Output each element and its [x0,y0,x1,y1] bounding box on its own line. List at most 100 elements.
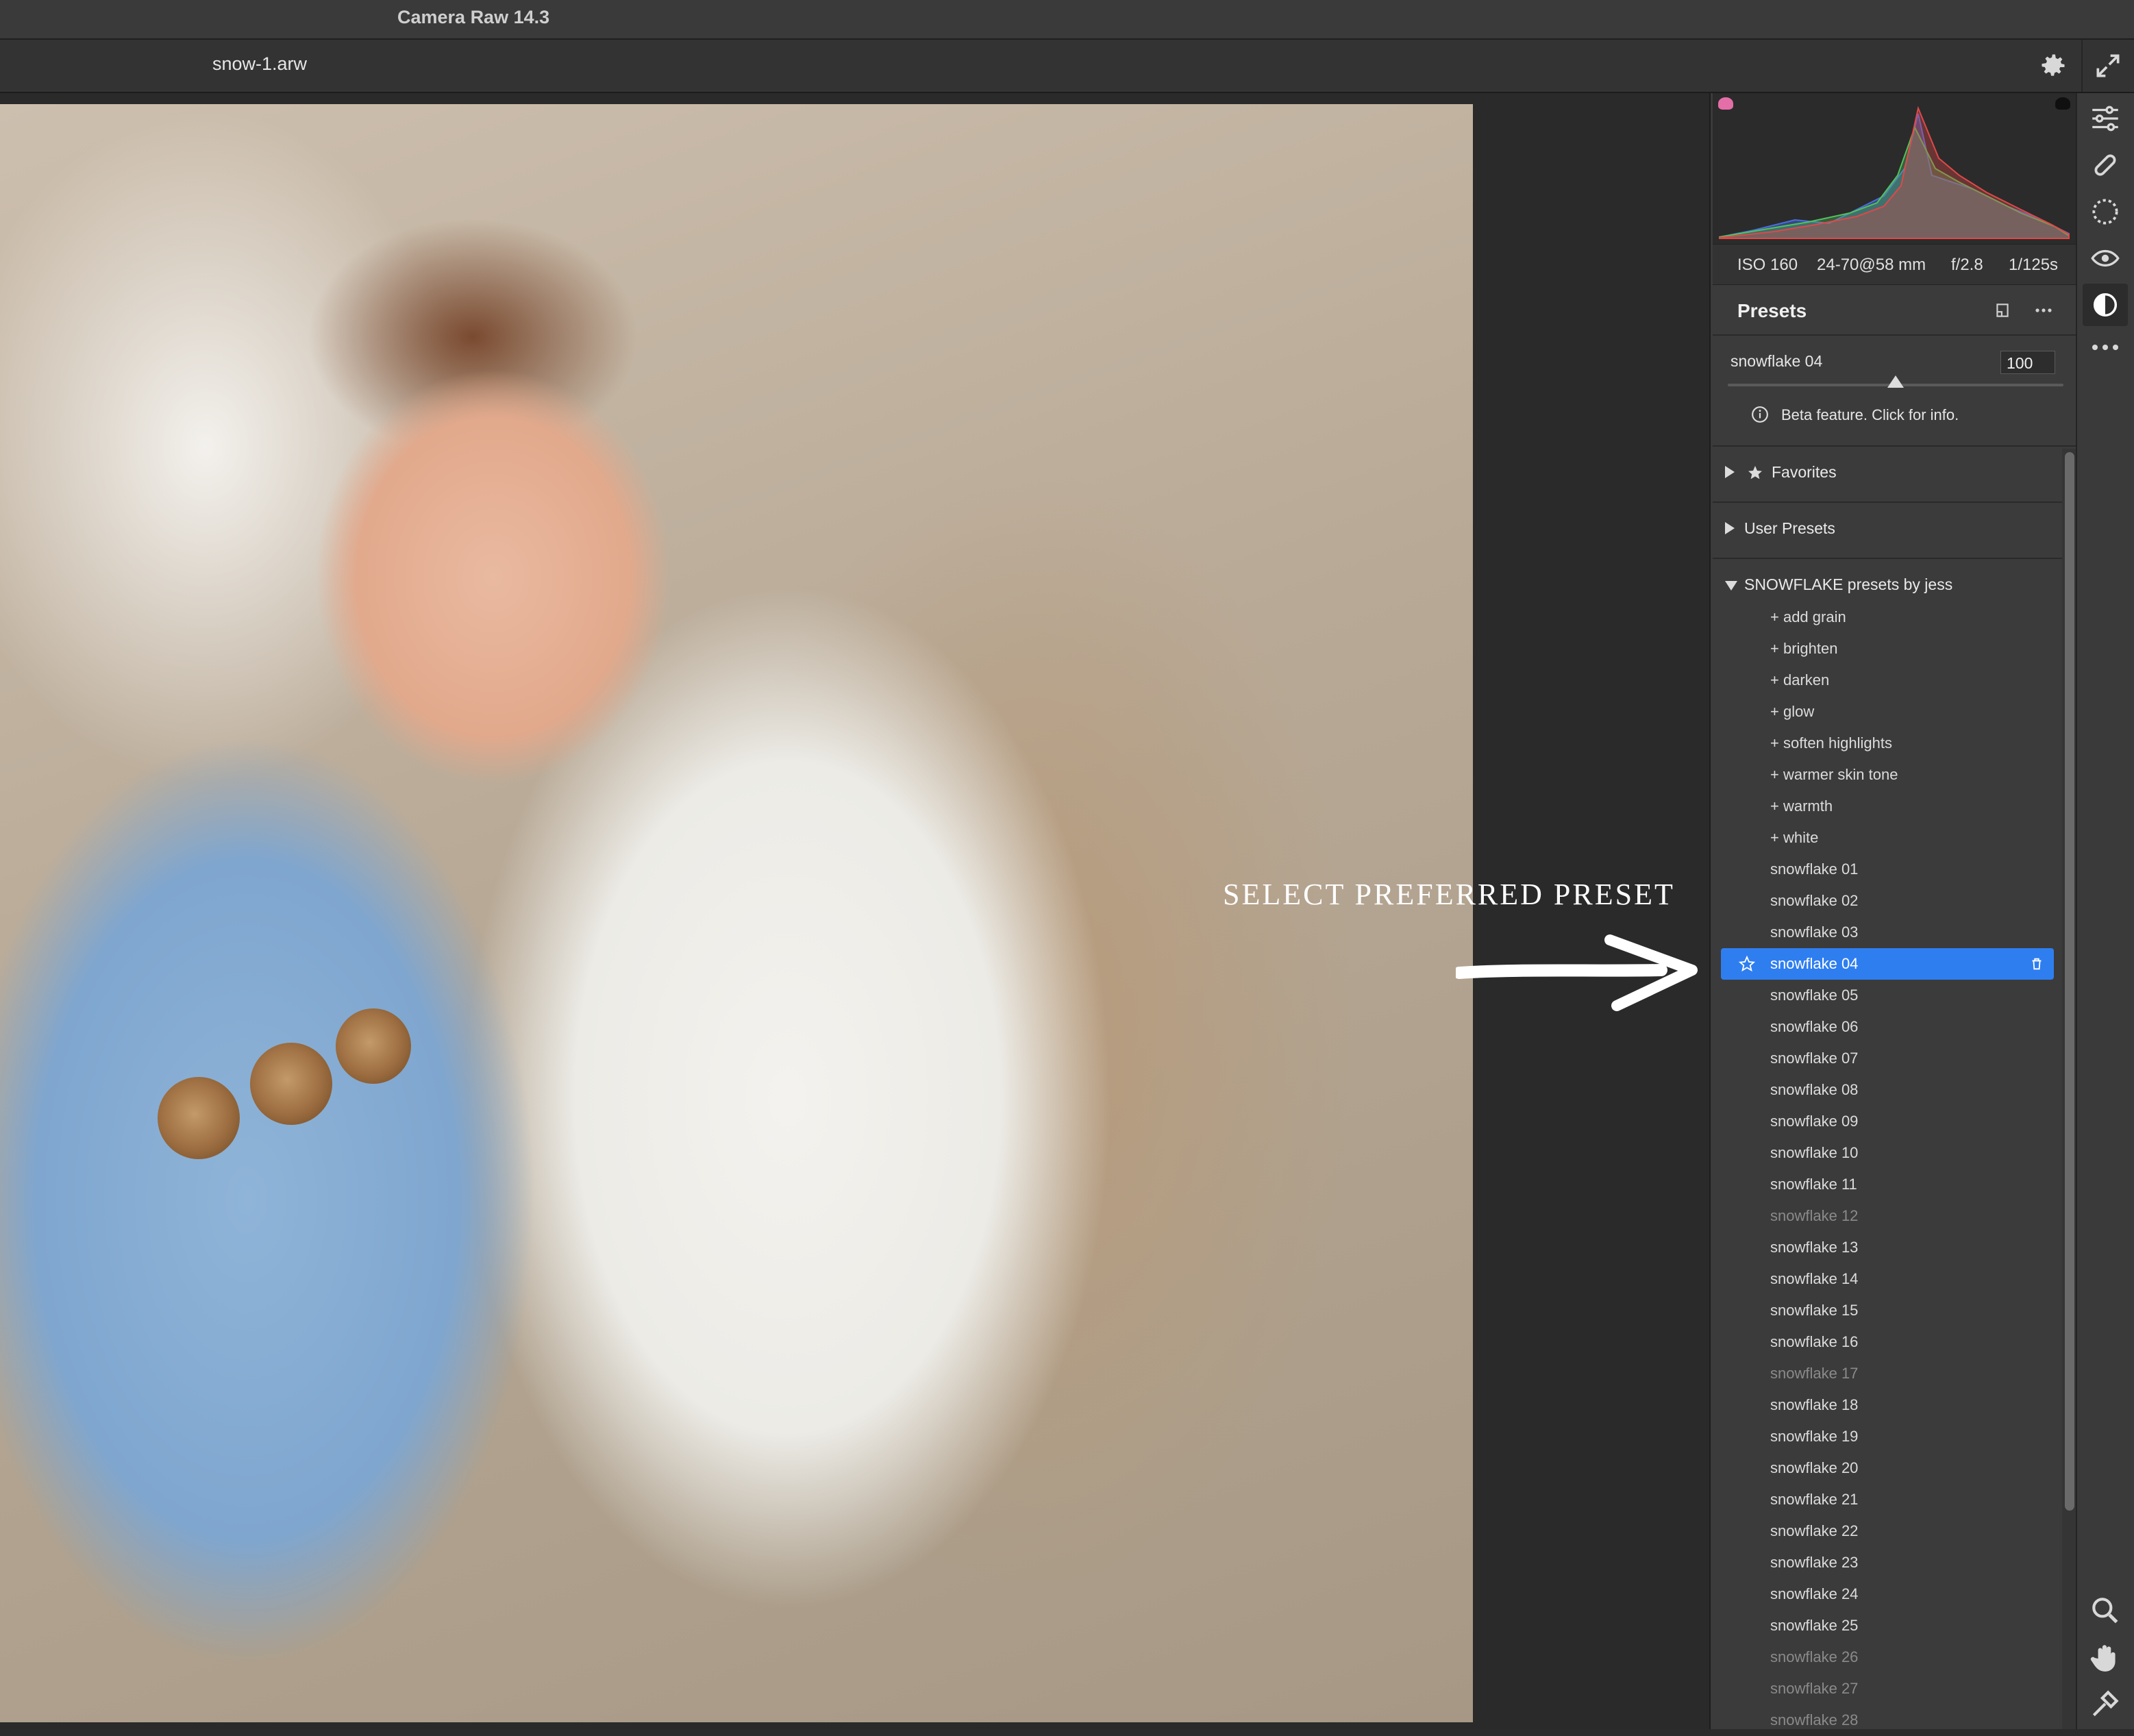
preset-label: snowflake 15 [1770,1302,1859,1319]
preset-item[interactable]: snowflake 27 [1713,1673,2062,1704]
sweater-button [336,1008,411,1084]
preset-label: snowflake 13 [1770,1239,1859,1256]
preset-label: + warmth [1770,797,1833,815]
preset-item[interactable]: snowflake 28 [1713,1704,2062,1736]
exif-iso: ISO 160 [1737,256,1798,274]
presets-icon [2093,293,2118,317]
gear-icon[interactable] [2038,51,2068,81]
preset-item[interactable]: snowflake 26 [1713,1641,2062,1673]
sweater-button [250,1043,332,1125]
preset-item[interactable]: snowflake 22 [1713,1515,2062,1547]
preset-label: snowflake 07 [1770,1050,1859,1067]
preset-item[interactable]: + brighten [1713,633,2062,665]
preset-item[interactable]: snowflake 19 [1713,1421,2062,1452]
preset-item[interactable]: snowflake 16 [1713,1326,2062,1358]
preset-item[interactable]: snowflake 06 [1713,1011,2062,1043]
exif-bar: ISO 160 24-70@58 mm f/2.8 1/125s [1713,244,2076,286]
preset-item[interactable]: snowflake 08 [1713,1074,2062,1106]
preset-item[interactable]: snowflake 07 [1713,1043,2062,1074]
arrow-annotation [1456,934,1698,1011]
preset-item[interactable]: snowflake 05 [1713,980,2062,1011]
scrollbar-thumb[interactable] [2065,452,2074,1511]
preset-item[interactable]: snowflake 09 [1713,1106,2062,1137]
highlight-clipping-icon[interactable] [2055,97,2070,110]
preset-item[interactable]: snowflake 10 [1713,1137,2062,1169]
preset-label: + glow [1770,703,1815,720]
preset-label: snowflake 21 [1770,1491,1859,1508]
preset-label: snowflake 28 [1770,1711,1859,1728]
preset-item[interactable]: + white [1713,822,2062,854]
preset-item[interactable]: snowflake 02 [1713,885,2062,917]
preset-item[interactable]: snowflake 01 [1713,854,2062,885]
preset-item[interactable]: + warmth [1713,791,2062,822]
preset-label: + soften highlights [1770,734,1892,752]
preset-item[interactable]: + glow [1713,696,2062,728]
preview-photo[interactable] [0,104,1473,1722]
preset-item[interactable]: snowflake 15 [1713,1295,2062,1326]
caret-down-icon [1725,581,1737,591]
preset-label: snowflake 26 [1770,1648,1859,1665]
presets-title: Presets [1737,300,1807,321]
info-icon[interactable] [1751,406,1769,423]
group-label: Favorites [1772,463,1837,481]
preset-label: snowflake 24 [1770,1585,1859,1602]
preset-item[interactable]: snowflake 25 [1713,1610,2062,1641]
red-eye-icon[interactable] [2088,241,2122,275]
more-icon[interactable] [2088,337,2122,358]
expand-icon[interactable] [2093,51,2123,81]
preset-item[interactable]: snowflake 24 [1713,1578,2062,1610]
masking-icon[interactable] [2088,195,2122,229]
preset-item[interactable]: snowflake 21 [1713,1484,2062,1515]
preset-label: snowflake 09 [1770,1113,1859,1130]
preset-item[interactable]: snowflake 04 [1721,948,2054,980]
hand-icon[interactable] [2088,1640,2122,1674]
preset-label: snowflake 01 [1770,860,1859,878]
edit-sliders-icon[interactable] [2088,101,2122,136]
new-preset-icon[interactable] [1994,301,2011,319]
preset-item[interactable]: + soften highlights [1713,728,2062,759]
histogram [1713,93,2076,244]
preset-label: snowflake 14 [1770,1270,1859,1287]
toolbar-divider [2081,40,2083,92]
preset-label: snowflake 11 [1770,1176,1857,1193]
title-bar: Camera Raw 14.3 [0,0,2134,40]
zoom-icon[interactable] [2088,1594,2122,1628]
group-user-presets[interactable]: User Presets [1713,503,2062,559]
preset-item[interactable]: snowflake 23 [1713,1547,2062,1578]
preset-item[interactable]: + darken [1713,665,2062,696]
presets-tool-active[interactable] [2083,284,2128,326]
star-outline-icon[interactable] [1739,956,1755,972]
amount-input[interactable]: 100 [2000,351,2055,374]
preset-item[interactable]: snowflake 12 [1713,1200,2062,1232]
preset-item[interactable]: snowflake 14 [1713,1263,2062,1295]
preset-amount: snowflake 04 100 Beta feature. Click for… [1713,336,2076,447]
exif-lens: 24-70@58 mm [1817,256,1926,274]
preset-item[interactable]: snowflake 13 [1713,1232,2062,1263]
preset-label: snowflake 10 [1770,1144,1859,1161]
preset-item[interactable]: + add grain [1713,602,2062,633]
preset-item[interactable]: snowflake 17 [1713,1358,2062,1389]
more-options-icon[interactable] [2033,301,2054,319]
healing-brush-icon[interactable] [2088,148,2122,182]
beta-notice[interactable]: Beta feature. Click for info. [1781,406,1959,424]
preset-item[interactable]: snowflake 18 [1713,1389,2062,1421]
preset-item[interactable]: snowflake 11 [1713,1169,2062,1200]
preset-item[interactable]: snowflake 20 [1713,1452,2062,1484]
sweater-button [158,1077,240,1159]
preset-item[interactable]: snowflake 03 [1713,917,2062,948]
preset-label: snowflake 18 [1770,1396,1859,1413]
preset-label: snowflake 02 [1770,892,1859,909]
trash-icon[interactable] [2029,956,2044,971]
presets-header: Presets [1713,285,2076,336]
group-favorites[interactable]: Favorites [1713,447,2062,503]
shadow-clipping-icon[interactable] [1718,97,1733,110]
amount-slider-thumb[interactable] [1887,375,1904,388]
histogram-red [1719,106,2070,239]
caret-right-icon [1725,522,1735,534]
preset-item[interactable]: + warmer skin tone [1713,759,2062,791]
preset-label: snowflake 03 [1770,923,1859,941]
preset-label: snowflake 19 [1770,1428,1859,1445]
sampler-icon[interactable] [2088,1687,2122,1721]
exif-shutter: 1/125s [2009,256,2059,274]
file-name: snow-1.arw [212,53,308,74]
